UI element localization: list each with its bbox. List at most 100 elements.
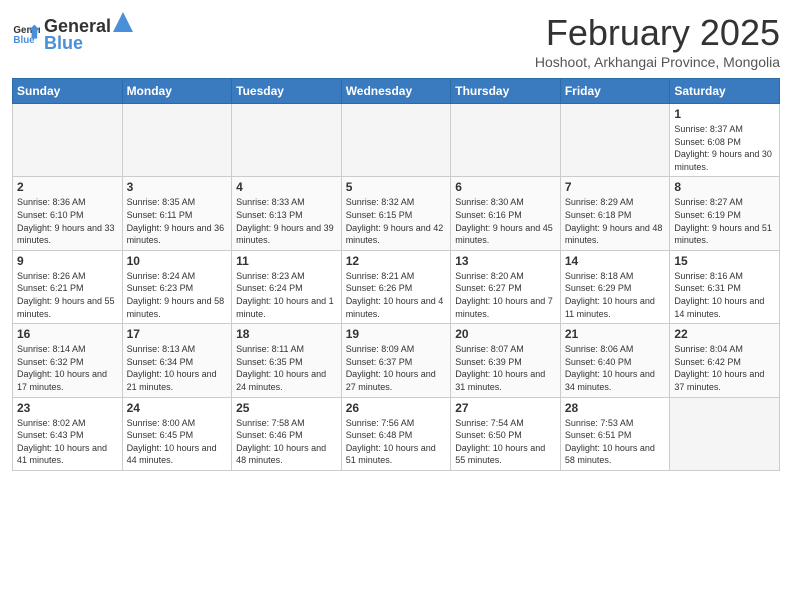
calendar-cell: 8 Sunrise: 8:27 AM Sunset: 6:19 PM Daylig… xyxy=(670,177,780,250)
day-number: 12 xyxy=(346,254,447,268)
day-number: 22 xyxy=(674,327,775,341)
day-info: Sunrise: 7:53 AM Sunset: 6:51 PM Dayligh… xyxy=(565,417,666,467)
day-info: Sunrise: 8:02 AM Sunset: 6:43 PM Dayligh… xyxy=(17,417,118,467)
calendar-week-5: 23Sunrise: 8:02 AM Sunset: 6:43 PM Dayli… xyxy=(13,397,780,470)
day-info: Sunrise: 8:26 AM Sunset: 6:21 PM Dayligh… xyxy=(17,270,118,320)
calendar-week-1: 1 Sunrise: 8:37 AM Sunset: 6:08 PM Daylig… xyxy=(13,104,780,177)
calendar-cell: 18Sunrise: 8:11 AM Sunset: 6:35 PM Dayli… xyxy=(232,324,342,397)
day-info: Sunrise: 8:36 AM Sunset: 6:10 PM Dayligh… xyxy=(17,196,118,246)
location-subtitle: Hoshoot, Arkhangai Province, Mongolia xyxy=(535,54,780,70)
day-number: 24 xyxy=(127,401,228,415)
calendar-cell xyxy=(341,104,451,177)
day-info: Sunrise: 8:16 AM Sunset: 6:31 PM Dayligh… xyxy=(674,270,775,320)
day-info: Sunrise: 8:27 AM Sunset: 6:19 PM Dayligh… xyxy=(674,196,775,246)
calendar-header: SundayMondayTuesdayWednesdayThursdayFrid… xyxy=(13,79,780,104)
calendar-cell xyxy=(451,104,561,177)
calendar-cell: 16 Sunrise: 8:14 AM Sunset: 6:32 PM Dayli… xyxy=(13,324,123,397)
day-number: 18 xyxy=(236,327,337,341)
day-number: 11 xyxy=(236,254,337,268)
calendar-cell: 24 Sunrise: 8:00 AM Sunset: 6:45 PM Dayli… xyxy=(122,397,232,470)
day-number: 21 xyxy=(565,327,666,341)
calendar-cell: 13 Sunrise: 8:20 AM Sunset: 6:27 PM Dayli… xyxy=(451,250,561,323)
day-info: Sunrise: 8:04 AM Sunset: 6:42 PM Dayligh… xyxy=(674,343,775,393)
calendar-cell xyxy=(122,104,232,177)
calendar-cell: 25 Sunrise: 7:58 AM Sunset: 6:46 PM Dayli… xyxy=(232,397,342,470)
day-info: Sunrise: 8:30 AM Sunset: 6:16 PM Dayligh… xyxy=(455,196,556,246)
day-number: 25 xyxy=(236,401,337,415)
calendar-cell: 15 Sunrise: 8:16 AM Sunset: 6:31 PM Dayli… xyxy=(670,250,780,323)
calendar-week-2: 2Sunrise: 8:36 AM Sunset: 6:10 PM Daylig… xyxy=(13,177,780,250)
calendar-cell: 9Sunrise: 8:26 AM Sunset: 6:21 PM Daylig… xyxy=(13,250,123,323)
day-info: Sunrise: 8:21 AM Sunset: 6:26 PM Dayligh… xyxy=(346,270,447,320)
calendar-cell: 19 Sunrise: 8:09 AM Sunset: 6:37 PM Dayli… xyxy=(341,324,451,397)
calendar-cell: 20 Sunrise: 8:07 AM Sunset: 6:39 PM Dayli… xyxy=(451,324,561,397)
day-number: 10 xyxy=(127,254,228,268)
day-number: 1 xyxy=(674,107,775,121)
calendar-cell xyxy=(13,104,123,177)
calendar-cell: 12 Sunrise: 8:21 AM Sunset: 6:26 PM Dayli… xyxy=(341,250,451,323)
day-info: Sunrise: 8:29 AM Sunset: 6:18 PM Dayligh… xyxy=(565,196,666,246)
day-info: Sunrise: 8:35 AM Sunset: 6:11 PM Dayligh… xyxy=(127,196,228,246)
calendar-cell: 5Sunrise: 8:32 AM Sunset: 6:15 PM Daylig… xyxy=(341,177,451,250)
calendar-cell xyxy=(232,104,342,177)
day-info: Sunrise: 7:56 AM Sunset: 6:48 PM Dayligh… xyxy=(346,417,447,467)
calendar-cell: 27 Sunrise: 7:54 AM Sunset: 6:50 PM Dayli… xyxy=(451,397,561,470)
day-info: Sunrise: 8:13 AM Sunset: 6:34 PM Dayligh… xyxy=(127,343,228,393)
calendar-cell: 21 Sunrise: 8:06 AM Sunset: 6:40 PM Dayli… xyxy=(560,324,670,397)
weekday-header-row: SundayMondayTuesdayWednesdayThursdayFrid… xyxy=(13,79,780,104)
calendar-week-4: 16 Sunrise: 8:14 AM Sunset: 6:32 PM Dayli… xyxy=(13,324,780,397)
logo-triangle-icon xyxy=(113,12,133,32)
day-info: Sunrise: 8:37 AM Sunset: 6:08 PM Dayligh… xyxy=(674,123,775,173)
calendar-cell: 17 Sunrise: 8:13 AM Sunset: 6:34 PM Dayli… xyxy=(122,324,232,397)
day-number: 13 xyxy=(455,254,556,268)
day-number: 26 xyxy=(346,401,447,415)
title-area: February 2025 Hoshoot, Arkhangai Provinc… xyxy=(535,12,780,70)
calendar-cell: 23Sunrise: 8:02 AM Sunset: 6:43 PM Dayli… xyxy=(13,397,123,470)
weekday-header-wednesday: Wednesday xyxy=(341,79,451,104)
day-info: Sunrise: 7:54 AM Sunset: 6:50 PM Dayligh… xyxy=(455,417,556,467)
calendar-cell: 26 Sunrise: 7:56 AM Sunset: 6:48 PM Dayli… xyxy=(341,397,451,470)
calendar-cell: 28 Sunrise: 7:53 AM Sunset: 6:51 PM Dayli… xyxy=(560,397,670,470)
calendar-body: 1 Sunrise: 8:37 AM Sunset: 6:08 PM Daylig… xyxy=(13,104,780,471)
day-info: Sunrise: 8:33 AM Sunset: 6:13 PM Dayligh… xyxy=(236,196,337,246)
day-number: 4 xyxy=(236,180,337,194)
day-number: 28 xyxy=(565,401,666,415)
day-number: 27 xyxy=(455,401,556,415)
day-info: Sunrise: 8:23 AM Sunset: 6:24 PM Dayligh… xyxy=(236,270,337,320)
day-number: 14 xyxy=(565,254,666,268)
day-number: 5 xyxy=(346,180,447,194)
calendar-cell: 6 Sunrise: 8:30 AM Sunset: 6:16 PM Daylig… xyxy=(451,177,561,250)
day-number: 17 xyxy=(127,327,228,341)
calendar-cell: 4 Sunrise: 8:33 AM Sunset: 6:13 PM Daylig… xyxy=(232,177,342,250)
calendar-cell: 11 Sunrise: 8:23 AM Sunset: 6:24 PM Dayli… xyxy=(232,250,342,323)
weekday-header-friday: Friday xyxy=(560,79,670,104)
day-info: Sunrise: 8:09 AM Sunset: 6:37 PM Dayligh… xyxy=(346,343,447,393)
month-title: February 2025 xyxy=(535,12,780,54)
calendar-table: SundayMondayTuesdayWednesdayThursdayFrid… xyxy=(12,78,780,471)
day-number: 19 xyxy=(346,327,447,341)
calendar-cell: 7 Sunrise: 8:29 AM Sunset: 6:18 PM Daylig… xyxy=(560,177,670,250)
calendar-cell: 1 Sunrise: 8:37 AM Sunset: 6:08 PM Daylig… xyxy=(670,104,780,177)
weekday-header-thursday: Thursday xyxy=(451,79,561,104)
day-number: 15 xyxy=(674,254,775,268)
calendar-cell xyxy=(670,397,780,470)
day-number: 6 xyxy=(455,180,556,194)
calendar-cell: 22 Sunrise: 8:04 AM Sunset: 6:42 PM Dayli… xyxy=(670,324,780,397)
day-info: Sunrise: 8:24 AM Sunset: 6:23 PM Dayligh… xyxy=(127,270,228,320)
calendar-cell: 3 Sunrise: 8:35 AM Sunset: 6:11 PM Daylig… xyxy=(122,177,232,250)
day-info: Sunrise: 8:07 AM Sunset: 6:39 PM Dayligh… xyxy=(455,343,556,393)
day-info: Sunrise: 8:06 AM Sunset: 6:40 PM Dayligh… xyxy=(565,343,666,393)
day-number: 20 xyxy=(455,327,556,341)
day-number: 3 xyxy=(127,180,228,194)
calendar-cell xyxy=(560,104,670,177)
day-number: 16 xyxy=(17,327,118,341)
logo: General Blue General Blue xyxy=(12,12,135,54)
day-number: 7 xyxy=(565,180,666,194)
day-info: Sunrise: 7:58 AM Sunset: 6:46 PM Dayligh… xyxy=(236,417,337,467)
day-info: Sunrise: 8:00 AM Sunset: 6:45 PM Dayligh… xyxy=(127,417,228,467)
day-number: 8 xyxy=(674,180,775,194)
weekday-header-sunday: Sunday xyxy=(13,79,123,104)
day-info: Sunrise: 8:14 AM Sunset: 6:32 PM Dayligh… xyxy=(17,343,118,393)
day-info: Sunrise: 8:18 AM Sunset: 6:29 PM Dayligh… xyxy=(565,270,666,320)
day-info: Sunrise: 8:20 AM Sunset: 6:27 PM Dayligh… xyxy=(455,270,556,320)
